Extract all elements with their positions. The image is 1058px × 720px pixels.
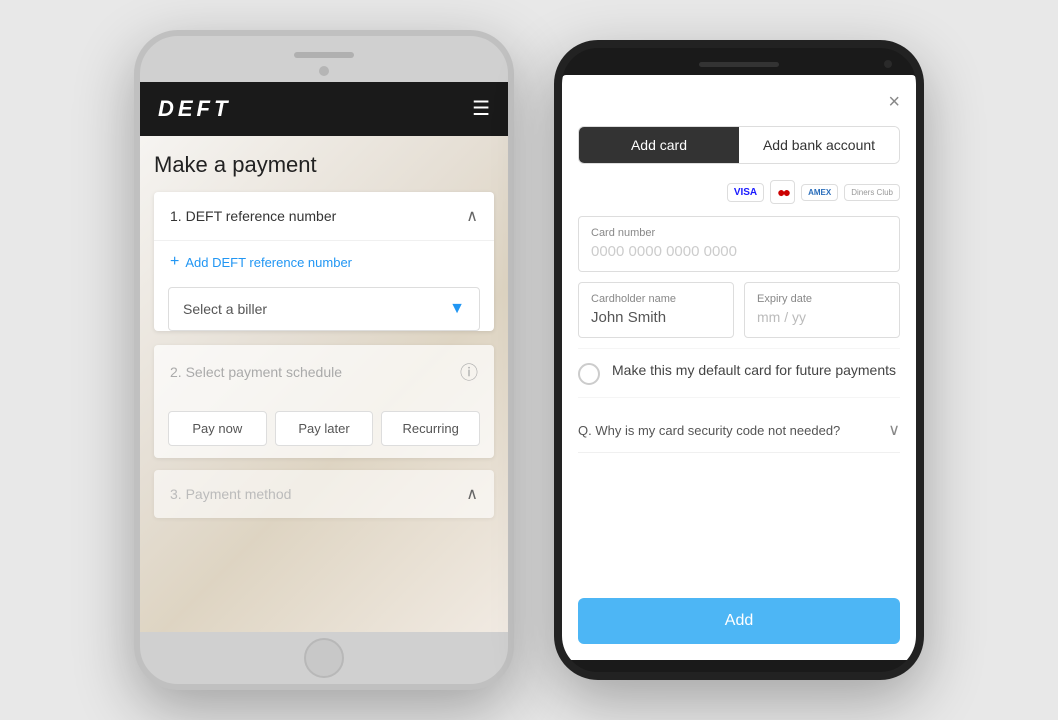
- left-phone: DEFT ☰ Make a payment 1. DEFT reference …: [134, 30, 514, 690]
- visa-logo: VISA: [727, 183, 764, 202]
- pay-now-button[interactable]: Pay now: [168, 411, 267, 446]
- section3-chevron-up[interactable]: ∧: [466, 484, 478, 504]
- section3-header: 3. Payment method ∧: [154, 470, 494, 518]
- right-phone: × Add card Add bank account VISA ●● AMEX…: [554, 40, 924, 680]
- two-col-row: Cardholder name John Smith Expiry date m…: [578, 282, 900, 338]
- card-number-field[interactable]: Card number 0000 0000 0000 0000: [578, 216, 900, 272]
- right-screen: × Add card Add bank account VISA ●● AMEX…: [562, 75, 916, 660]
- close-button[interactable]: ×: [888, 91, 900, 114]
- faq-chevron-icon: ∨: [888, 420, 900, 440]
- add-ref-link: Add DEFT reference number: [185, 255, 352, 270]
- tab-add-card[interactable]: Add card: [579, 127, 739, 163]
- right-phone-top-chrome: [562, 48, 916, 75]
- card-number-value: 0000 0000 0000 0000: [591, 243, 737, 260]
- mastercard-logo: ●●: [770, 180, 795, 204]
- section1-header: 1. DEFT reference number ∧: [154, 192, 494, 241]
- page-title: Make a payment: [154, 152, 494, 178]
- tab-add-bank[interactable]: Add bank account: [739, 127, 899, 163]
- amex-logo: AMEX: [801, 184, 838, 201]
- diners-logo: Diners Club: [844, 184, 900, 201]
- right-phone-bottom-chrome: [562, 660, 916, 672]
- expiry-label: Expiry date: [757, 293, 887, 305]
- deft-logo: DEFT: [158, 96, 231, 122]
- phone-top-chrome: [140, 36, 508, 66]
- payment-content: Make a payment 1. DEFT reference number …: [140, 136, 508, 534]
- camera: [319, 66, 329, 76]
- cardholder-label: Cardholder name: [591, 293, 721, 305]
- section2-header: 2. Select payment schedule ⓘ: [154, 345, 494, 399]
- section2-card: 2. Select payment schedule ⓘ Pay now Pay…: [154, 345, 494, 458]
- biller-select-text: Select a biller: [183, 301, 267, 317]
- faq-row[interactable]: Q. Why is my card security code not need…: [578, 408, 900, 453]
- add-button[interactable]: Add: [578, 598, 900, 644]
- pay-later-button[interactable]: Pay later: [275, 411, 374, 446]
- deft-header: DEFT ☰: [140, 82, 508, 136]
- expiry-value: mm / yy: [757, 309, 806, 325]
- dark-camera-dot: [884, 60, 892, 68]
- left-screen: DEFT ☰ Make a payment 1. DEFT reference …: [140, 82, 508, 632]
- section3-title: 3. Payment method: [170, 486, 291, 502]
- section3-card: 3. Payment method ∧: [154, 470, 494, 518]
- faq-text: Q. Why is my card security code not need…: [578, 423, 840, 438]
- hamburger-menu[interactable]: ☰: [472, 99, 490, 119]
- pay-buttons-row: Pay now Pay later Recurring: [154, 399, 494, 458]
- card-logos: VISA ●● AMEX Diners Club: [578, 180, 900, 204]
- default-card-text: Make this my default card for future pay…: [612, 361, 896, 381]
- modal-content: × Add card Add bank account VISA ●● AMEX…: [562, 75, 916, 660]
- speaker: [294, 52, 354, 58]
- biller-select[interactable]: Select a biller ▼: [168, 287, 480, 331]
- section1-card: 1. DEFT reference number ∧ + Add DEFT re…: [154, 192, 494, 331]
- add-ref-row[interactable]: + Add DEFT reference number: [154, 241, 494, 283]
- cardholder-value: John Smith: [591, 309, 666, 326]
- dropdown-arrow-icon: ▼: [449, 300, 465, 318]
- expiry-date-field[interactable]: Expiry date mm / yy: [744, 282, 900, 338]
- recurring-button[interactable]: Recurring: [381, 411, 480, 446]
- screen-body: Make a payment 1. DEFT reference number …: [140, 136, 508, 632]
- section1-chevron-up[interactable]: ∧: [466, 206, 478, 226]
- default-card-radio[interactable]: [578, 363, 600, 385]
- card-number-label: Card number: [591, 227, 887, 239]
- info-icon[interactable]: ⓘ: [460, 359, 478, 385]
- default-card-row: Make this my default card for future pay…: [578, 348, 900, 398]
- section1-title: 1. DEFT reference number: [170, 208, 336, 224]
- plus-icon: +: [170, 253, 179, 271]
- section2-title: 2. Select payment schedule: [170, 364, 342, 380]
- tab-row: Add card Add bank account: [578, 126, 900, 164]
- home-button[interactable]: [304, 638, 344, 678]
- cardholder-name-field[interactable]: Cardholder name John Smith: [578, 282, 734, 338]
- close-row: ×: [578, 91, 900, 114]
- dark-speaker: [699, 62, 779, 67]
